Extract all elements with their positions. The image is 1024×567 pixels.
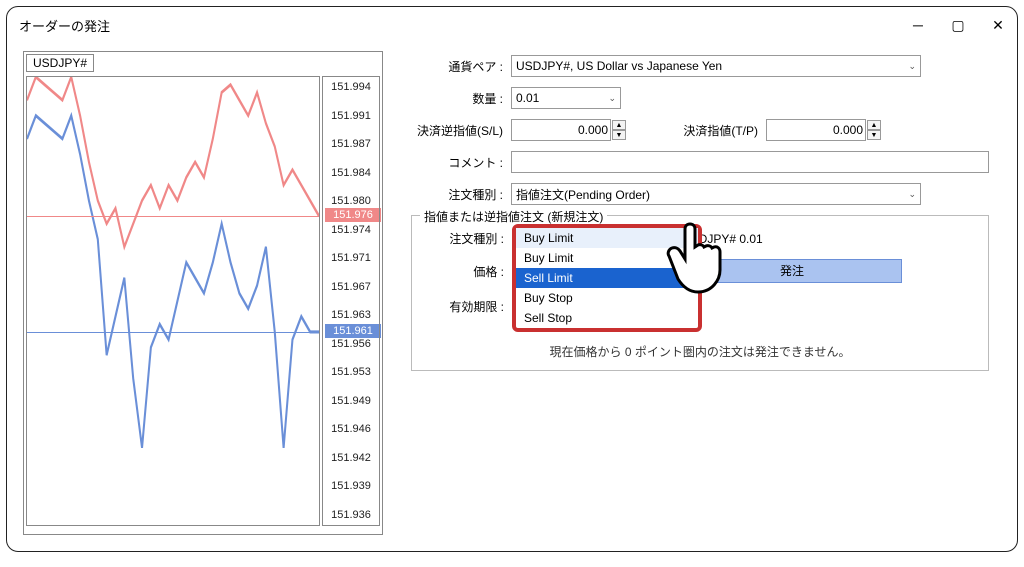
cursor-hand-icon: [664, 218, 734, 301]
chevron-down-icon: ⌄: [608, 93, 616, 104]
tick: 151.994: [323, 81, 379, 93]
maximize-button[interactable]: ▢: [951, 18, 965, 32]
tick: 151.980: [323, 195, 379, 207]
tick: 151.949: [323, 395, 379, 407]
qty-label: 数量 :: [411, 90, 511, 107]
ordertype-select[interactable]: 指値注文(Pending Order) ⌄: [511, 183, 921, 205]
chart-panel: USDJPY# 151.976 151.961 151.994151.99115…: [23, 51, 383, 535]
bid-price-line: [27, 332, 319, 333]
comment-input[interactable]: [511, 151, 989, 173]
pending-price-label: 価格 :: [422, 263, 512, 280]
tick: 151.967: [323, 281, 379, 293]
minimize-button[interactable]: ─: [911, 18, 925, 32]
chevron-down-icon: ⌄: [908, 189, 916, 200]
tick: 151.984: [323, 167, 379, 179]
dropdown-option[interactable]: Sell Stop: [516, 308, 698, 328]
sl-up-button[interactable]: ▲: [612, 120, 626, 130]
tick: 151.974: [323, 224, 379, 236]
tick: 151.936: [323, 509, 379, 521]
order-window: オーダーの発注 ─ ▢ ✕ USDJPY# 151.976 151.961 15…: [6, 6, 1018, 552]
tick: 151.956: [323, 338, 379, 350]
ordertype-value: 指値注文(Pending Order): [516, 186, 650, 203]
pending-fieldset: 指値または逆指値注文 (新規注文) 注文種別 : USDJPY# 0.01 価格…: [411, 215, 989, 371]
tp-label: 決済指値(T/P): [666, 122, 766, 139]
comment-label: コメント :: [411, 154, 511, 171]
pending-expiry-label: 有効期限 :: [422, 298, 512, 315]
tp-up-button[interactable]: ▲: [867, 120, 881, 130]
sl-label: 決済逆指値(S/L): [411, 122, 511, 139]
chart-svg: [27, 77, 319, 525]
ask-price-line: [27, 216, 319, 217]
tp-down-button[interactable]: ▼: [867, 130, 881, 140]
tick: 151.953: [323, 366, 379, 378]
titlebar: オーダーの発注 ─ ▢ ✕: [7, 7, 1017, 43]
close-button[interactable]: ✕: [991, 18, 1005, 32]
pair-value: USDJPY#, US Dollar vs Japanese Yen: [516, 59, 722, 73]
tick: 151.971: [323, 252, 379, 264]
pending-legend: 指値または逆指値注文 (新規注文): [420, 208, 607, 225]
tick: 151.987: [323, 138, 379, 150]
pair-select[interactable]: USDJPY#, US Dollar vs Japanese Yen ⌄: [511, 55, 921, 77]
pending-ordertype-label: 注文種別 :: [422, 230, 512, 247]
window-title: オーダーの発注: [19, 16, 110, 35]
qty-select[interactable]: 0.01 ⌄: [511, 87, 621, 109]
tick: 151.963: [323, 309, 379, 321]
note-text: 現在価格から 0 ポイント圏内の注文は発注できません。: [422, 343, 978, 360]
content: USDJPY# 151.976 151.961 151.994151.99115…: [7, 43, 1017, 551]
tick: 151.942: [323, 452, 379, 464]
tick: 151.939: [323, 480, 379, 492]
chart-scale: 151.994 151.991 151.987 151.984 151.980 151.9…: [322, 76, 380, 526]
sl-input[interactable]: 0.000: [511, 119, 611, 141]
qty-value: 0.01: [516, 91, 539, 105]
tp-input[interactable]: 0.000: [766, 119, 866, 141]
pair-label: 通貨ペア :: [411, 58, 511, 75]
chart-symbol: USDJPY#: [26, 54, 94, 72]
form-panel: 通貨ペア : USDJPY#, US Dollar vs Japanese Ye…: [399, 51, 1001, 535]
ordertype-label: 注文種別 :: [411, 186, 511, 203]
tick: 151.946: [323, 423, 379, 435]
tick: 151.991: [323, 110, 379, 122]
sl-down-button[interactable]: ▼: [612, 130, 626, 140]
chevron-down-icon: ⌄: [908, 61, 916, 72]
chart-area: 151.976 151.961: [26, 76, 320, 526]
